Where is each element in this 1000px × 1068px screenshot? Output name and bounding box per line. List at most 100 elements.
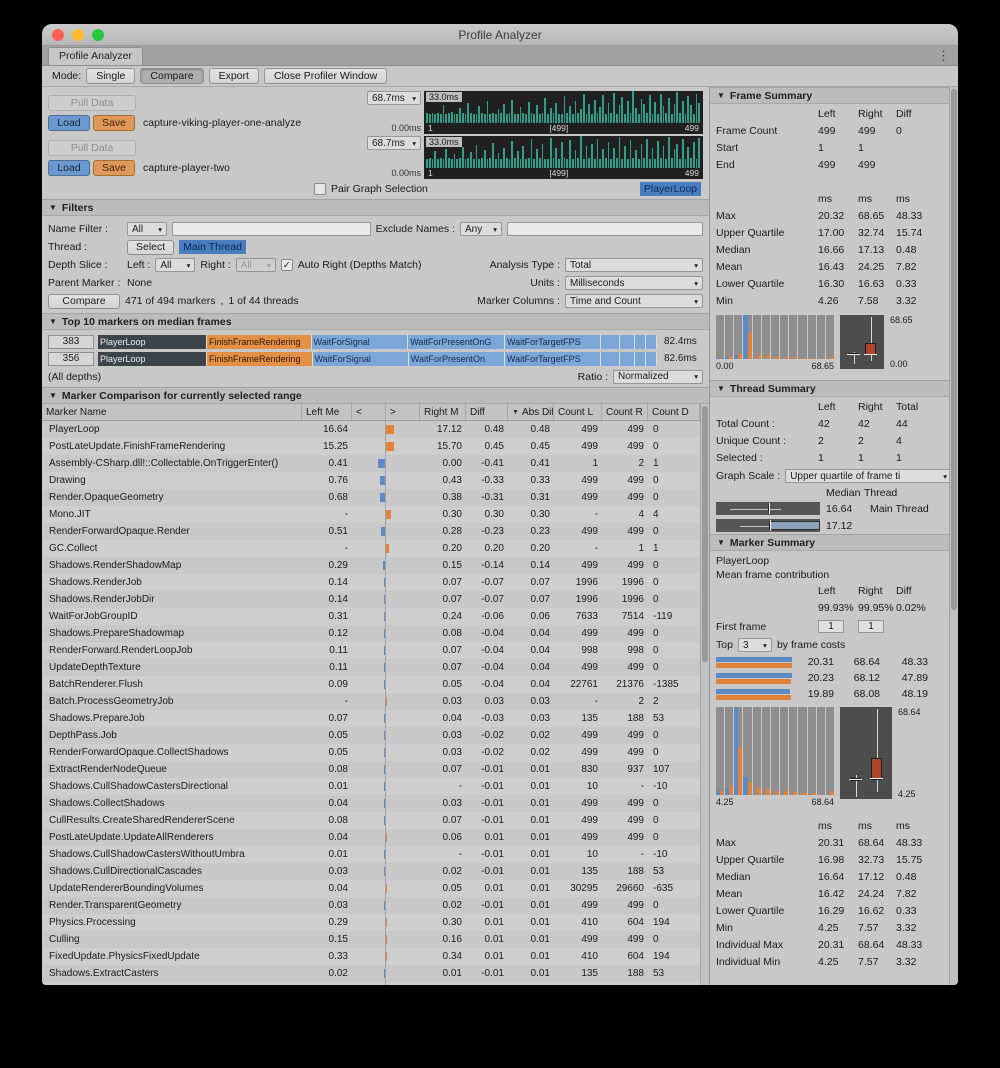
marker-row[interactable]: Shadows.RenderJobDir0.140.07-0.070.07199… [42,591,700,608]
thread-summary-header[interactable]: ▼ Thread Summary [710,380,958,397]
top-frame-row[interactable]: 20.3168.6448.33 [716,654,952,670]
close-profiler-window-button[interactable]: Close Profiler Window [264,68,387,84]
comparison-scrollbar[interactable] [700,404,709,985]
units-dropdown[interactable]: Milliseconds ▾ [565,276,703,290]
column-header[interactable]: Count R [602,404,648,420]
top10-segment[interactable] [601,352,620,366]
scrollbar-thumb[interactable] [702,406,708,662]
selected-marker-chip[interactable]: PlayerLoop [640,182,701,196]
marker-row[interactable]: UpdateRendererBoundingVolumes0.040.050.0… [42,880,700,897]
top10-segment[interactable]: FinishFrameRendering [207,335,312,349]
name-filter-mode-dropdown[interactable]: All ▾ [127,222,167,236]
compare-button[interactable]: Compare [48,294,120,309]
marker-row[interactable]: FixedUpdate.PhysicsFixedUpdate0.330.340.… [42,948,700,965]
top10-segment[interactable] [635,335,646,349]
top10-segment[interactable] [646,352,657,366]
top10-segment[interactable]: WaitForTargetFPS [505,352,601,366]
top-n-dropdown[interactable]: 3 ▾ [738,638,772,652]
y-scale-dropdown[interactable]: 68.7ms ▾ [367,91,421,105]
top10-segment[interactable]: WaitForPresentOnG [408,335,505,349]
top10-segment[interactable] [620,335,635,349]
export-button[interactable]: Export [209,68,259,84]
column-header[interactable]: Marker Name [42,404,302,420]
marker-row[interactable]: Render.TransparentGeometry0.030.02-0.010… [42,897,700,914]
marker-row[interactable]: Shadows.RenderJob0.140.07-0.070.07199619… [42,574,700,591]
marker-row[interactable]: Shadows.CollectShadows0.040.03-0.010.014… [42,795,700,812]
thread-select-button[interactable]: Select [127,240,174,255]
ratio-dropdown[interactable]: Normalized ▾ [613,370,703,384]
comparison-section-header[interactable]: ▼ Marker Comparison for currently select… [42,387,709,404]
titlebar[interactable]: Profile Analyzer [42,24,958,46]
load-button[interactable]: Load [48,115,90,131]
summary-scrollbar[interactable] [949,87,958,985]
top10-segment[interactable] [620,352,635,366]
column-header[interactable]: Count D [648,404,700,420]
kebab-menu-icon[interactable]: ⋮ [937,48,950,64]
save-button[interactable]: Save [93,115,135,131]
graph-scale-dropdown[interactable]: Upper quartile of frame ti ▾ [785,469,952,483]
marker-row[interactable]: Render.OpaqueGeometry0.680.38-0.310.3149… [42,489,700,506]
compare-mode-button[interactable]: Compare [140,68,203,84]
zoom-button[interactable] [92,29,104,41]
marker-row[interactable]: ParticleSystem.UpdateJob0.010.010.010.01… [42,982,700,985]
top10-segment[interactable]: PlayerLoop [98,352,207,366]
pair-graph-selection-checkbox[interactable] [314,183,326,195]
marker-row[interactable]: PostLateUpdate.FinishFrameRendering15.25… [42,438,700,455]
y-scale-dropdown[interactable]: 68.7ms ▾ [367,136,421,150]
marker-row[interactable]: BatchRenderer.Flush0.090.05-0.040.042276… [42,676,700,693]
marker-row[interactable]: Culling0.150.160.010.014994990 [42,931,700,948]
top10-segment[interactable]: PlayerLoop [98,335,207,349]
thread-row[interactable]: 16.64 Main Thread [710,500,958,517]
marker-histogram[interactable] [716,707,834,795]
marker-row[interactable]: Shadows.CullShadowCastersDirectional0.01… [42,778,700,795]
tab-profile-analyzer[interactable]: Profile Analyzer [48,47,143,65]
column-header[interactable]: Left Me [302,404,352,420]
first-frame-right-button[interactable]: 1 [858,620,884,633]
first-frame-left-button[interactable]: 1 [818,620,844,633]
top10-segment[interactable]: WaitForTargetFPS [505,335,601,349]
marker-row[interactable]: PostLateUpdate.UpdateAllRenderers0.040.0… [42,829,700,846]
marker-row[interactable]: RenderForwardOpaque.CollectShadows0.050.… [42,744,700,761]
marker-row[interactable]: Shadows.PrepareShadowmap0.120.08-0.040.0… [42,625,700,642]
marker-row[interactable]: CullResults.CreateSharedRendererScene0.0… [42,812,700,829]
marker-row[interactable]: RenderForward.RenderLoopJob0.110.07-0.04… [42,642,700,659]
top10-segment[interactable] [601,335,620,349]
marker-row[interactable]: UpdateDepthTexture0.110.07-0.040.0449949… [42,659,700,676]
top10-segment[interactable]: WaitForSignal [313,352,409,366]
marker-row[interactable]: Shadows.PrepareJob0.070.04-0.030.0313518… [42,710,700,727]
top10-segment[interactable] [635,352,646,366]
marker-row[interactable]: WaitForJobGroupID0.310.24-0.060.06763375… [42,608,700,625]
frame-bars[interactable] [424,91,703,123]
marker-row[interactable]: Assembly-CSharp.dll!::Collectable.OnTrig… [42,455,700,472]
single-mode-button[interactable]: Single [86,68,135,84]
top10-segment[interactable]: FinishFrameRendering [207,352,313,366]
top-frame-row[interactable]: 19.8968.0848.19 [716,686,952,702]
filters-section-header[interactable]: ▼ Filters [42,199,709,216]
top-frame-row[interactable]: 20.2368.1247.89 [716,670,952,686]
pull-data-button[interactable]: Pull Data [48,140,136,156]
scrollbar-thumb[interactable] [951,89,957,610]
frame-bars[interactable] [424,136,703,168]
column-header[interactable]: < [352,404,386,420]
marker-row[interactable]: Shadows.RenderShadowMap0.290.15-0.140.14… [42,557,700,574]
selected-thread-chip[interactable]: Main Thread [179,240,246,254]
top10-segment[interactable]: WaitForPresentOn [409,352,505,366]
frame-summary-header[interactable]: ▼ Frame Summary [710,87,958,104]
depth-left-dropdown[interactable]: All ▾ [155,258,195,272]
column-header[interactable]: Right M [420,404,466,420]
load-button[interactable]: Load [48,160,90,176]
marker-row[interactable]: RenderForwardOpaque.Render0.510.28-0.230… [42,523,700,540]
minimize-button[interactable] [72,29,84,41]
auto-right-checkbox[interactable]: ✓ [281,259,293,271]
pull-data-button[interactable]: Pull Data [48,95,136,111]
marker-row[interactable]: Mono.JIT-0.300.300.30-44 [42,506,700,523]
top10-section-header[interactable]: ▼ Top 10 markers on median frames [42,313,709,330]
frame-index-button[interactable]: 356 [48,352,94,366]
thread-row[interactable]: 17.12 [710,517,958,534]
exclude-mode-dropdown[interactable]: Any ▾ [460,222,502,236]
column-header[interactable]: Count L [554,404,602,420]
column-header[interactable]: Diff [466,404,508,420]
marker-row[interactable]: Physics.Processing0.290.300.010.01410604… [42,914,700,931]
marker-row[interactable]: Batch.ProcessGeometryJob-0.030.030.03-22 [42,693,700,710]
marker-row[interactable]: Shadows.ExtractCasters0.020.01-0.010.011… [42,965,700,982]
